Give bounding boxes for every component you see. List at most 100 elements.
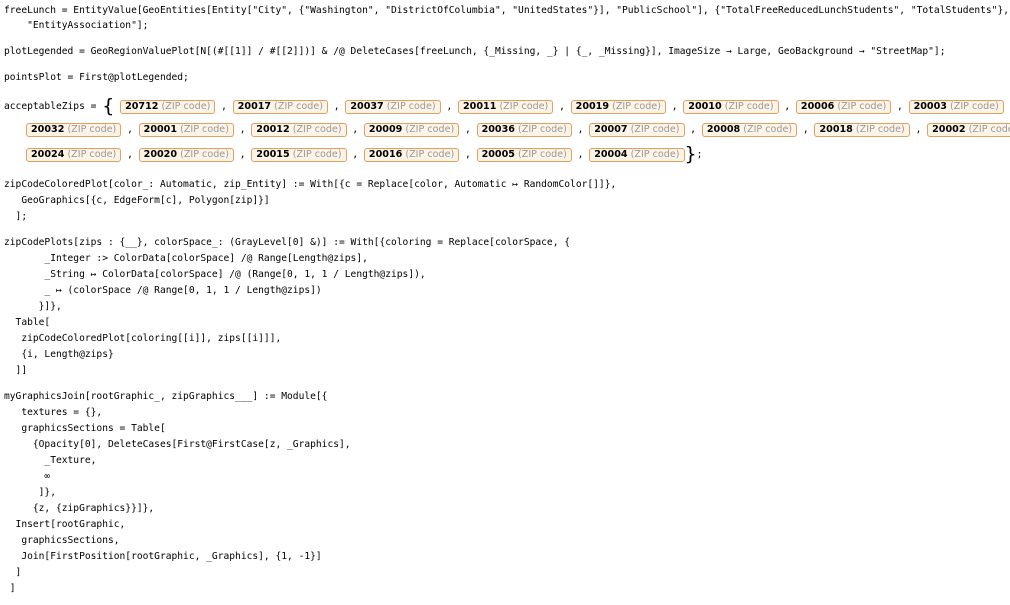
code-line-17[interactable]: myGraphicsJoin[rootGraphic_, zipGraphics… [4,390,327,404]
code-line-11[interactable]: _ ↦ (colorSpace /@ Range[0, 1, 1 / Lengt… [4,284,321,298]
zip-entity-chip[interactable]: 20012 (ZIP code) [251,123,347,137]
code-line-25[interactable]: Insert[rootGraphic, [4,518,126,532]
zip-entity-chip[interactable]: 20005 (ZIP code) [476,148,572,162]
zip-code-tag: (ZIP code) [177,124,229,135]
zip-code-value: 20011 [463,101,497,112]
zip-row-1: acceptableZips = { 20712 (ZIP code) , 20… [4,95,1010,117]
code-line-4[interactable]: pointsPlot = First@plotLegended; [4,71,189,85]
zip-entity-chip[interactable]: 20019 (ZIP code) [570,100,666,114]
zip-code-tag: (ZIP code) [402,149,455,160]
code-line-22[interactable]: ∞ [4,470,50,484]
zip-code-value: 20007 [594,124,628,135]
zip-entity-chip[interactable]: 20008 (ZIP code) [701,123,798,137]
zip-entity-chip[interactable]: 20020 (ZIP code) [138,148,234,162]
code-line-24[interactable]: {z, {zipGraphics}}]}, [4,502,154,516]
code-line-18[interactable]: textures = {}, [4,406,102,420]
zip-code-tag: (ZIP code) [852,124,905,135]
comma-separator: , [346,124,364,135]
zip-code-value: 20712 [125,101,159,112]
code-line-13[interactable]: Table[ [4,316,51,330]
code-line-19[interactable]: graphicsSections = Table[ [4,422,165,436]
zip-code-tag: (ZIP code) [271,101,324,112]
zip-entity-chip[interactable]: 20712 (ZIP code) [120,100,216,114]
zip-code-value: 20012 [256,124,290,135]
zip-code-value: 20037 [350,101,384,112]
zip-entity-chip[interactable]: 20036 (ZIP code) [476,123,572,137]
zip-entity-chip[interactable]: 20009 (ZIP code) [363,123,460,137]
zip-code-tag: (ZIP code) [496,101,549,112]
zip-code-tag: (ZIP code) [158,101,211,112]
code-line-9[interactable]: _Integer :> ColorData[colorSpace] /@ Ran… [4,252,367,266]
zip-entity-chip[interactable]: 20037 (ZIP code) [345,100,441,114]
code-line-7[interactable]: ]; [4,210,28,224]
zip-code-tag: (ZIP code) [402,124,455,135]
zip-code-value: 20015 [256,149,290,160]
comma-separator: , [665,101,684,112]
zip-entity-chip[interactable]: 20018 (ZIP code) [814,123,910,137]
code-line-23[interactable]: ]}, [4,486,56,500]
comma-separator: , [233,124,252,135]
comma-separator: , [459,124,477,135]
comma-separator: , [440,101,458,112]
code-line-1[interactable]: freeLunch = EntityValue[GeoEntities[Enti… [4,4,1009,18]
comma-separator: , [553,101,571,112]
zip-entity-chip[interactable]: 20015 (ZIP code) [251,148,347,162]
code-line-29[interactable]: ] [4,582,16,596]
comma-separator: , [1004,101,1010,112]
comma-separator: , [797,124,815,135]
zip-entity-chip[interactable]: 20001 (ZIP code) [138,123,234,137]
code-line-12[interactable]: }]}, [4,300,62,314]
code-line-14[interactable]: zipCodeColoredPlot[coloring[[i]], zips[[… [4,332,281,346]
zip-entity-chip[interactable]: 20006 (ZIP code) [795,100,892,114]
zip-code-value: 20018 [819,124,853,135]
code-line-21[interactable]: _Texture, [4,454,96,468]
zip-code-tag: (ZIP code) [609,101,661,112]
comma-separator: , [778,101,796,112]
zip-row-3: 20024 (ZIP code) , 20020 (ZIP code) , 20… [26,143,702,165]
zip-entity-chip[interactable]: 20002 (ZIP code) [927,123,1010,137]
code-line-10[interactable]: _String ↦ ColorData[colorSpace] /@ (Rang… [4,268,425,282]
zip-entity-chip[interactable]: 20007 (ZIP code) [589,123,685,137]
zip-code-value: 20006 [800,101,835,112]
zip-code-tag: (ZIP code) [514,124,567,135]
comma-separator: , [571,149,590,160]
code-line-28[interactable]: ] [4,566,22,580]
comma-separator: , [684,124,702,135]
code-line-6[interactable]: GeoGraphics[{c, EdgeForm[c], Polygon[zip… [4,194,269,208]
zip-entity-chip[interactable]: 20011 (ZIP code) [458,100,554,114]
zip-code-value: 20008 [706,124,741,135]
code-line-5[interactable]: zipCodeColoredPlot[color_: Automatic, zi… [4,178,616,192]
code-line-8[interactable]: zipCodePlots[zips : {__}, colorSpace_: (… [4,236,570,250]
comma-separator: , [121,149,139,160]
comma-separator: , [571,124,590,135]
zip-entity-chip[interactable]: 20024 (ZIP code) [26,148,122,162]
zip-entity-chip[interactable]: 20003 (ZIP code) [908,100,1004,114]
zip-entity-chip[interactable]: 20032 (ZIP code) [26,123,122,137]
zip-code-value: 20019 [575,101,610,112]
zip-code-value: 20001 [143,124,178,135]
code-line-16[interactable]: ]] [4,364,28,378]
zip-code-value: 20004 [594,149,628,160]
acceptable-zips-label[interactable]: acceptableZips = [4,101,102,112]
zip-code-tag: (ZIP code) [514,149,567,160]
zip-entity-chip[interactable]: 20004 (ZIP code) [589,148,685,162]
comma-separator: , [233,149,252,160]
comma-separator: , [328,101,346,112]
zip-entity-chip[interactable]: 20016 (ZIP code) [363,148,460,162]
code-line-27[interactable]: Join[FirstPosition[rootGraphic, _Graphic… [4,550,321,564]
close-brace: } [684,143,697,165]
zip-code-value: 20005 [481,149,515,160]
code-line-26[interactable]: graphicsSections, [4,534,119,548]
comma-separator: , [459,149,477,160]
comma-separator: , [891,101,909,112]
zip-code-value: 20003 [913,101,947,112]
code-line-2[interactable]: "EntityAssociation"]; [4,19,148,33]
code-line-15[interactable]: {i, Length@zips} [4,348,113,362]
code-line-20[interactable]: {Opacity[0], DeleteCases[First@FirstCase… [4,438,351,452]
zip-entity-chip[interactable]: 20010 (ZIP code) [683,100,779,114]
zip-code-tag: (ZIP code) [627,124,680,135]
open-brace: { [102,95,115,117]
zip-entity-chip[interactable]: 20017 (ZIP code) [232,100,329,114]
code-line-3[interactable]: plotLegended = GeoRegionValuePlot[N[(#[[… [4,45,945,59]
zip-code-tag: (ZIP code) [289,149,342,160]
